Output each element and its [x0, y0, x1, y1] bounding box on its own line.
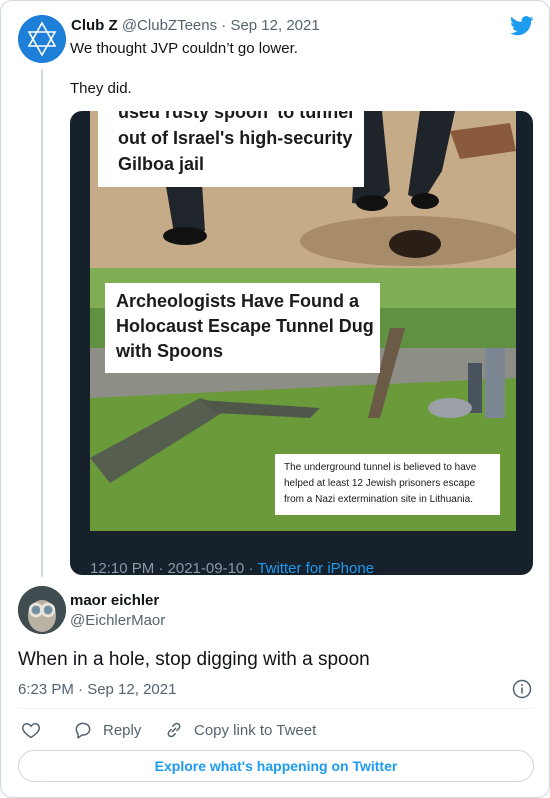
- quoted-tweet-header: Club Z @ClubZTeens · Sep 12, 2021: [71, 17, 320, 34]
- copy-link-label: Copy link to Tweet: [194, 721, 317, 739]
- quoted-text-line-1: We thought JVP couldn’t go lower.: [70, 40, 298, 57]
- reply-button[interactable]: Reply: [73, 718, 141, 742]
- media-footer: 12:10 PM · 2021-09-10 · Twitter for iPho…: [90, 560, 374, 575]
- maor-eichler-avatar[interactable]: [18, 586, 66, 634]
- actions-divider: [18, 708, 534, 709]
- link-icon: [167, 722, 181, 738]
- quoted-text-line-2: They did.: [70, 80, 132, 97]
- copy-link-button[interactable]: Copy link to Tweet: [164, 718, 316, 742]
- quoted-handle[interactable]: @ClubZTeens: [122, 17, 217, 34]
- reply-label: Reply: [103, 721, 142, 739]
- header-separator: ·: [221, 17, 227, 34]
- quoted-date[interactable]: Sep 12, 2021: [230, 17, 319, 34]
- media-footer-time: 12:10 PM · 2021-09-10 ·: [90, 560, 258, 575]
- explore-twitter-button[interactable]: Explore what's happening on Twitter: [18, 750, 534, 782]
- main-display-name[interactable]: maor eichler: [70, 592, 159, 609]
- info-icon[interactable]: [512, 679, 532, 699]
- profile-photo-icon: [18, 586, 66, 634]
- main-tweet-timestamp[interactable]: 6:23 PM · Sep 12, 2021: [18, 681, 176, 698]
- star-of-david-icon: [18, 15, 66, 63]
- caption-main-text: Archeologists Have Found a Holocaust Esc…: [116, 291, 374, 361]
- thread-connector-line: [41, 69, 43, 577]
- heart-icon: [21, 722, 41, 739]
- twitter-bird-icon[interactable]: [510, 16, 534, 36]
- caption-small-text: The underground tunnel is believed to ha…: [284, 462, 477, 505]
- caption-top-text: used rusty spoon' to tunnel out of Israe…: [118, 111, 354, 174]
- tweet-embed-card: Club Z @ClubZTeens · Sep 12, 2021 We tho…: [0, 0, 550, 798]
- quoted-tweet-text: We thought JVP couldn’t go lower. They d…: [70, 39, 298, 99]
- main-tweet-text: When in a hole, stop digging with a spoo…: [18, 649, 370, 670]
- like-button[interactable]: [21, 718, 51, 742]
- main-handle[interactable]: @EichlerMaor: [70, 612, 165, 629]
- reply-bubble-icon: [75, 722, 91, 739]
- media-footer-source: Twitter for iPhone: [257, 560, 375, 575]
- quoted-display-name[interactable]: Club Z: [71, 17, 118, 34]
- clubz-avatar[interactable]: [18, 15, 66, 63]
- tweet-media-image[interactable]: used rusty spoon' to tunnel out of Israe…: [70, 111, 533, 575]
